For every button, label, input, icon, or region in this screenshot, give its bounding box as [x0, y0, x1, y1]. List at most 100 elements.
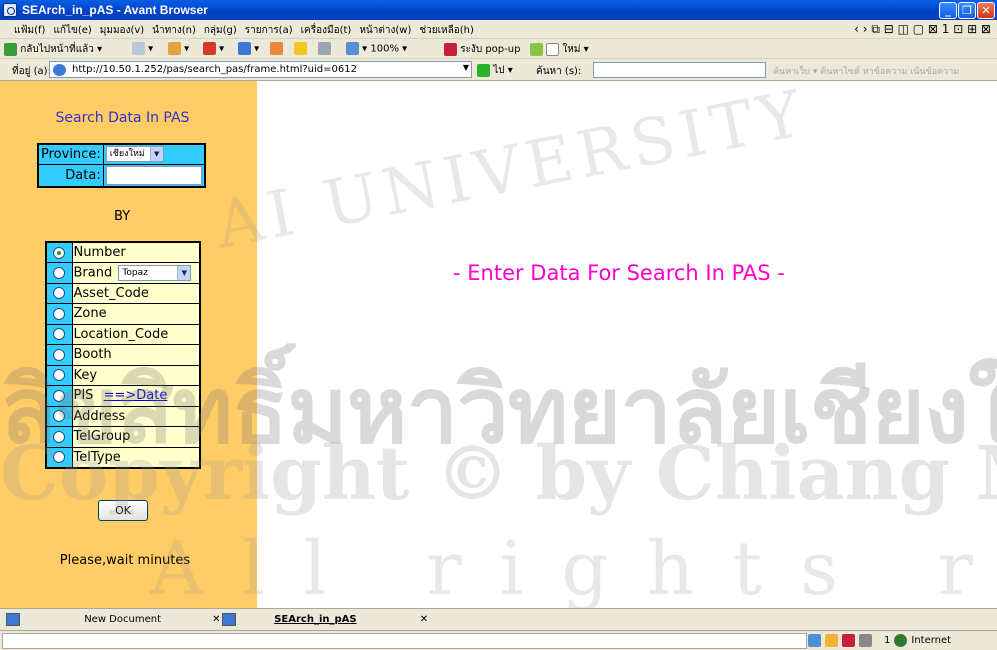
go-label: ไป: [493, 65, 505, 76]
menu-file[interactable]: แฟ้ม(f): [14, 23, 45, 38]
tab-new-document[interactable]: New Document ✕: [6, 612, 221, 629]
radio-telgroup[interactable]: [53, 430, 66, 443]
url-dropdown-icon[interactable]: ▼: [463, 63, 469, 72]
radio-brand[interactable]: [53, 266, 66, 279]
back-arrow-icon: [4, 42, 17, 56]
menu-window[interactable]: หน้าต่าง(w): [359, 23, 411, 38]
search-by-options: Number Brand Topaz ▼ Asset_Code Zone Loc…: [45, 241, 201, 469]
radio-key[interactable]: [53, 369, 66, 382]
page-icon: [222, 612, 236, 626]
refresh-button[interactable]: ▾: [238, 42, 259, 55]
print-button[interactable]: [318, 42, 331, 55]
forward-button[interactable]: ▾: [132, 42, 153, 55]
option-label: Booth: [71, 344, 201, 366]
favorites-button[interactable]: [294, 42, 307, 55]
home2-button[interactable]: [270, 42, 283, 55]
search-input[interactable]: [593, 62, 766, 78]
zoom-icon: [346, 42, 359, 55]
option-row-location-code: Location_Code: [45, 323, 201, 345]
radio-teltype[interactable]: [53, 451, 66, 463]
option-label: PIS: [73, 388, 94, 404]
tab-search-in-pas[interactable]: SEArch_in_pAS ✕: [222, 612, 428, 629]
brand-select[interactable]: Topaz ▼: [118, 264, 192, 281]
window-title: SEArch_in_pAS - Avant Browser: [22, 3, 208, 17]
ok-button[interactable]: OK: [98, 500, 148, 521]
internet-zone-icon: [894, 634, 908, 647]
zoom-value: 100%: [370, 43, 399, 55]
security-icon[interactable]: [808, 634, 821, 647]
radio-booth[interactable]: [53, 348, 66, 361]
option-row-brand: Brand Topaz ▼: [45, 262, 201, 284]
minimize-button[interactable]: _: [939, 2, 957, 19]
homepage-icon: [270, 42, 283, 55]
option-row-zone: Zone: [45, 303, 201, 325]
radio-asset-code[interactable]: [53, 287, 66, 300]
menu-edit[interactable]: แก้ไข(e): [53, 23, 91, 38]
menu-tools[interactable]: เครื่องมือ(t): [301, 23, 352, 38]
forward-arrow-icon: [132, 42, 145, 55]
stop-button[interactable]: ▾: [203, 42, 224, 55]
option-row-telgroup: TelGroup: [45, 426, 201, 448]
toolbar: กลับไปหน้าที่แล้ว ▾ ▾ ▾ ▾ ▾ ▾ 100% ▾ ระง…: [0, 39, 997, 59]
option-label: Address: [71, 405, 201, 427]
title-bar: SEArch_in_pAS - Avant Browser _ ❐ ✕: [0, 0, 997, 20]
url-text: http://10.50.1.252/pas/search_pas/frame.…: [72, 64, 357, 75]
url-input[interactable]: http://10.50.1.252/pas/search_pas/frame.…: [49, 61, 472, 78]
zoom-control[interactable]: ▾ 100% ▾: [346, 42, 407, 55]
page-icon: [6, 612, 20, 626]
browser-app-icon: [3, 3, 17, 17]
radio-location-code[interactable]: [53, 328, 66, 341]
radio-pis[interactable]: [53, 389, 66, 402]
panel-title: Search Data In PAS: [55, 110, 190, 126]
back-label: กลับไปหน้าที่แล้ว: [20, 44, 94, 55]
script-icon[interactable]: [825, 634, 838, 647]
new-label: ใหม่: [562, 44, 581, 55]
radio-number[interactable]: [53, 246, 66, 259]
close-button[interactable]: ✕: [977, 2, 995, 19]
menu-help[interactable]: ช่วยเหลือ(h): [419, 23, 474, 38]
popup-blocker-button[interactable]: ระงับ pop-up: [444, 42, 520, 57]
brand-value: Topaz: [122, 267, 148, 278]
menu-favorites[interactable]: รายการ(a): [245, 23, 293, 38]
security-zone: Internet: [911, 635, 952, 646]
flag-icon: [530, 42, 543, 56]
tab-label: SEArch_in_pAS: [274, 614, 357, 625]
chevron-down-icon: ▼: [177, 265, 191, 280]
go-button[interactable]: ไป ▾: [477, 63, 513, 78]
instruction-message: - Enter Data For Search In PAS -: [453, 261, 785, 285]
home-icon: [168, 42, 181, 55]
option-row-asset-code: Asset_Code: [45, 282, 201, 304]
option-row-number: Number: [45, 241, 201, 263]
new-window-button[interactable]: ใหม่ ▾: [530, 42, 589, 57]
option-label: Number: [71, 241, 201, 263]
refresh-icon: [238, 42, 251, 55]
tab-label: New Document: [84, 614, 161, 625]
privacy-icon[interactable]: [859, 634, 872, 647]
option-row-teltype: TelType: [45, 446, 201, 468]
search-label: ค้นหา (s):: [536, 66, 582, 77]
home-button[interactable]: ▾: [168, 42, 189, 55]
menu-navigate[interactable]: นำทาง(n): [152, 23, 196, 38]
status-bar: 1 Internet: [0, 630, 997, 650]
data-input[interactable]: [105, 165, 202, 185]
option-label: Asset_Code: [71, 282, 201, 304]
radio-zone[interactable]: [53, 307, 66, 320]
close-tab-icon[interactable]: ✕: [212, 614, 220, 625]
radio-address[interactable]: [53, 410, 66, 423]
restore-button[interactable]: ❐: [958, 2, 976, 19]
menu-group[interactable]: กลุ่ม(g): [204, 23, 237, 38]
search-tools[interactable]: ค้นหาเว็บ ▾ ค้นหาไซต์ หาข้อความ เน้นข้อค…: [773, 64, 959, 78]
menu-view[interactable]: มุมมอง(v): [100, 23, 144, 38]
search-panel: Search Data In PAS Province: เชียงใหม่ ▼…: [0, 81, 257, 608]
pis-date-link[interactable]: ==>Date: [104, 388, 168, 403]
page-content: Search Data In PAS Province: เชียงใหม่ ▼…: [0, 81, 997, 608]
search-form: Province: เชียงใหม่ ▼ Data:: [37, 143, 206, 188]
window-layout-icons[interactable]: ‹ › ⧉ ⊟ ◫ ▢ ⊠ 1 ⊡ ⊞ ⊠: [854, 22, 991, 37]
data-label: Data:: [37, 163, 104, 187]
chevron-down-icon: ▼: [149, 147, 163, 162]
province-select[interactable]: เชียงใหม่ ▼: [105, 146, 164, 163]
option-label: Brand: [73, 265, 113, 281]
popup-status-icon[interactable]: [842, 634, 855, 647]
close-tab-icon[interactable]: ✕: [420, 614, 428, 625]
back-button[interactable]: กลับไปหน้าที่แล้ว ▾: [4, 42, 102, 57]
